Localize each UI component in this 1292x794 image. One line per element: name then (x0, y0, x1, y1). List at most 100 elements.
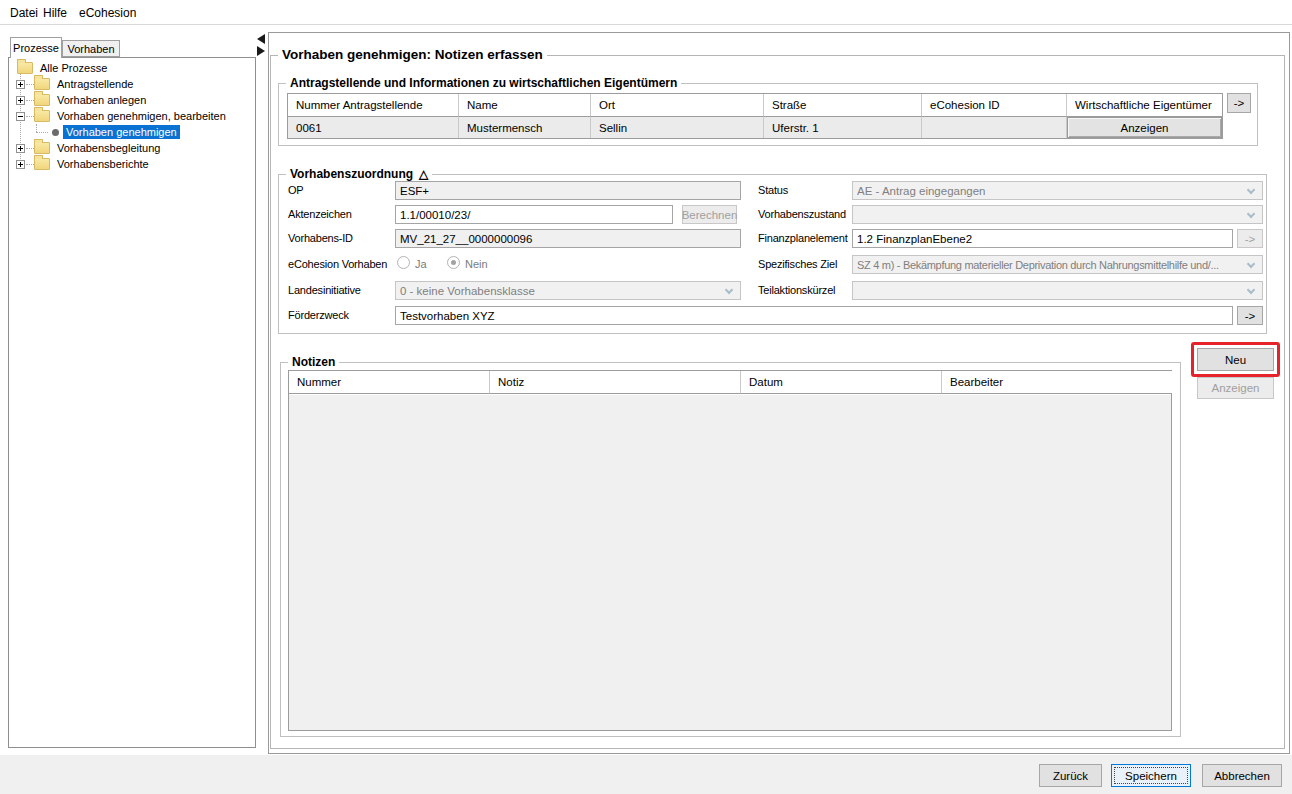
cell-nummer[interactable]: 0061 (288, 117, 459, 138)
assignment-group-title: Vorhabenszuordnung (290, 167, 413, 181)
chevron-down-icon (725, 286, 733, 294)
berechnen-button[interactable]: Berechnen (682, 205, 737, 224)
vorhabenszustand-combo[interactable] (852, 205, 1263, 224)
column-header-ecohesion-id[interactable]: eCohesion ID (922, 94, 1067, 117)
foerderzweck-field[interactable]: Testvorhaben XYZ (395, 306, 1233, 325)
menu-ecohesion[interactable]: eCohesion (79, 6, 136, 20)
notes-table-empty-area (289, 395, 1171, 730)
expand-icon[interactable] (16, 160, 25, 169)
column-header-strasse[interactable]: Straße (764, 94, 922, 117)
tab-vorhaben[interactable]: Vorhaben (62, 40, 120, 57)
tree-item-vorhaben-genehmigen-bearbeiten[interactable]: Vorhaben genehmigen, bearbeiten (16, 108, 229, 124)
tree-item-label: Vorhaben anlegen (54, 93, 149, 107)
tree-item-alle-prozesse[interactable]: Alle Prozesse (17, 60, 110, 76)
tree-item-label: Vorhaben genehmigen (63, 125, 180, 139)
ecohesion-vorhaben-label: eCohesion Vorhaben (288, 258, 387, 270)
cell-eigentuemer: Anzeigen (1067, 117, 1222, 138)
applicants-table: Nummer Antragstellende Name Ort Straße e… (287, 93, 1223, 139)
foerderzweck-open-button[interactable]: -> (1237, 306, 1263, 325)
tree-connector (36, 124, 37, 132)
radio-nein[interactable] (447, 256, 460, 269)
aktenzeichen-field[interactable]: 1.1/00010/23/ (395, 205, 673, 224)
vorhabens-id-field[interactable]: MV_21_27__0000000096 (395, 229, 741, 248)
collapse-triangle-icon[interactable]: △ (419, 167, 428, 181)
finanzplanelement-field[interactable]: 1.2 FinanzplanEbene2 (852, 229, 1233, 248)
op-label: OP (288, 184, 304, 196)
menu-datei[interactable]: Datei (10, 6, 38, 20)
finanzplanelement-label: Finanzplanelement (758, 232, 848, 244)
folder-icon (34, 110, 50, 122)
column-header-nummer[interactable]: Nummer (289, 371, 490, 394)
applicants-group-title: Antragstellende und Informationen zu wir… (286, 76, 681, 90)
collapse-icon[interactable] (16, 112, 25, 121)
folder-icon (34, 78, 50, 90)
expand-icon[interactable] (16, 144, 25, 153)
op-field[interactable]: ESF+ (395, 181, 741, 200)
tab-prozesse[interactable]: Prozesse (10, 37, 62, 58)
anzeigen-note-button[interactable]: Anzeigen (1197, 377, 1274, 399)
folder-icon (34, 142, 50, 154)
chevron-down-icon (1247, 260, 1255, 268)
teilaktionskuerzel-combo[interactable] (852, 281, 1263, 300)
cell-name[interactable]: Mustermensch (459, 117, 591, 138)
status-combo[interactable]: AE - Antrag eingegangen (852, 181, 1263, 200)
radio-nein-label: Nein (465, 258, 488, 270)
landesinitiative-combo[interactable]: 0 - keine Vorhabensklasse (395, 281, 741, 300)
tree-item-vorhaben-genehmigen[interactable]: Vorhaben genehmigen (52, 124, 180, 140)
cell-ecohesion-id[interactable] (922, 117, 1067, 138)
expand-icon[interactable] (16, 96, 25, 105)
menu-hilfe[interactable]: Hilfe (43, 6, 67, 20)
tree-item-label: Alle Prozesse (37, 61, 110, 75)
column-header-ort[interactable]: Ort (591, 94, 764, 117)
status-label: Status (758, 184, 788, 196)
finanzplanelement-open-button[interactable]: -> (1237, 229, 1263, 248)
splitter-expand-right-icon[interactable] (257, 46, 265, 56)
tree-connector (36, 132, 48, 133)
chevron-down-icon (1247, 210, 1255, 218)
spezifisches-ziel-combo[interactable]: SZ 4 m) - Bekämpfung materieller Depriva… (852, 255, 1263, 274)
column-header-name[interactable]: Name (459, 94, 591, 117)
menu-separator (0, 24, 1292, 25)
tree-item-vorhabensberichte[interactable]: Vorhabensberichte (16, 156, 152, 172)
status-value: AE - Antrag eingegangen (857, 185, 986, 197)
vorhabens-id-label: Vorhabens-ID (288, 232, 353, 244)
notes-group-title: Notizen (288, 355, 339, 369)
tree-item-label: Antragstellende (54, 77, 136, 91)
teilaktionskuerzel-label: Teilaktionskürzel (758, 284, 835, 296)
open-applicant-button[interactable]: -> (1227, 93, 1251, 113)
folder-icon (17, 62, 33, 74)
foerderzweck-label: Förderzweck (288, 309, 349, 321)
speichern-button[interactable]: Speichern (1111, 764, 1191, 787)
highlight-annotation (1191, 342, 1280, 377)
column-header-bearbeiter[interactable]: Bearbeiter (942, 371, 1172, 394)
expand-icon[interactable] (16, 80, 25, 89)
landesinitiative-value: 0 - keine Vorhabensklasse (400, 285, 535, 297)
cell-ort[interactable]: Sellin (591, 117, 764, 138)
folder-icon (34, 94, 50, 106)
bullet-icon (52, 129, 59, 136)
tree-item-vorhaben-anlegen[interactable]: Vorhaben anlegen (16, 92, 149, 108)
vorhabenszustand-label: Vorhabenszustand (758, 208, 846, 220)
splitter-collapse-left-icon[interactable] (257, 34, 265, 44)
tree-item-vorhabensbegleitung[interactable]: Vorhabensbegleitung (16, 140, 163, 156)
chevron-down-icon (1247, 286, 1255, 294)
chevron-down-icon (1247, 186, 1255, 194)
tree-item-antragstellende[interactable]: Antragstellende (16, 76, 136, 92)
spezifisches-ziel-value: SZ 4 m) - Bekämpfung materieller Depriva… (857, 259, 1219, 271)
anzeigen-owners-button[interactable]: Anzeigen (1067, 117, 1222, 138)
column-header-notiz[interactable]: Notiz (490, 371, 741, 394)
abbrechen-button[interactable]: Abbrechen (1202, 764, 1282, 787)
notes-table: Nummer Notiz Datum Bearbeiter (288, 370, 1172, 731)
spezifisches-ziel-label: Spezifisches Ziel (758, 258, 837, 270)
tree-item-label: Vorhabensberichte (54, 157, 152, 171)
column-header-wirtschaftliche-eigentuemer[interactable]: Wirtschaftliche Eigentümer (1067, 94, 1222, 117)
zurueck-button[interactable]: Zurück (1039, 764, 1102, 787)
tree-item-label: Vorhaben genehmigen, bearbeiten (54, 109, 229, 123)
radio-ja[interactable] (397, 256, 410, 269)
tree-item-label: Vorhabensbegleitung (54, 141, 163, 155)
column-header-datum[interactable]: Datum (741, 371, 942, 394)
cell-strasse[interactable]: Uferstr. 1 (764, 117, 922, 138)
aktenzeichen-label: Aktenzeichen (288, 208, 352, 220)
column-header-nummer-antragstellende[interactable]: Nummer Antragstellende (288, 94, 459, 117)
page-title: Vorhaben genehmigen: Notizen erfassen (278, 47, 547, 62)
